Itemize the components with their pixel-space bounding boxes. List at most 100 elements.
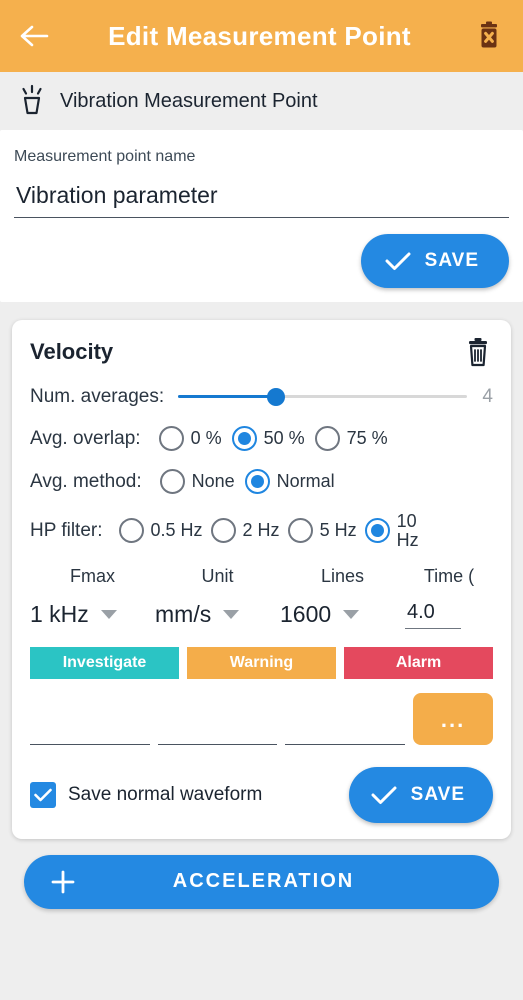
chevron-down-icon <box>223 609 240 619</box>
time-column: Time ( <box>405 566 493 629</box>
avg-overlap-option-0[interactable]: 0 % <box>158 426 222 451</box>
num-averages-slider[interactable] <box>178 387 467 407</box>
alarm-threshold-input[interactable] <box>285 702 406 745</box>
fmax-header: Fmax <box>70 565 115 586</box>
chevron-down-icon <box>343 609 360 619</box>
hp-filter-option-3-label: 10 Hz <box>396 511 419 550</box>
investigate-threshold-input[interactable] <box>30 702 150 745</box>
avg-overlap-row: Avg. overlap: 0 % 50 % 75 % <box>30 426 493 451</box>
lines-dropdown[interactable]: 1600 <box>280 601 405 628</box>
avg-overlap-option-0-label: 0 % <box>190 428 222 448</box>
hp-filter-options: 0.5 Hz 2 Hz 5 Hz 10 Hz <box>118 511 433 550</box>
save-name-button[interactable]: SAVE <box>360 234 509 288</box>
velocity-card-footer: Save normal waveform SAVE <box>30 766 493 823</box>
slider-fill <box>178 395 277 398</box>
check-icon <box>371 786 397 804</box>
vibration-sensor-icon <box>22 84 42 115</box>
threshold-badges: Investigate Warning Alarm <box>30 646 493 679</box>
radio-circle-icon <box>159 469 185 494</box>
check-icon <box>34 788 52 802</box>
chevron-down-icon <box>100 609 117 619</box>
hp-filter-label: HP filter: <box>30 519 103 541</box>
avg-overlap-option-2[interactable]: 75 % <box>314 426 388 451</box>
avg-overlap-option-2-label: 75 % <box>346 428 388 448</box>
avg-overlap-label: Avg. overlap: <box>30 427 141 449</box>
fmax-dropdown[interactable]: 1 kHz <box>30 601 155 628</box>
save-name-label: SAVE <box>424 250 479 271</box>
unit-column: Unit mm/s <box>155 566 280 629</box>
unit-header: Unit <box>201 565 234 586</box>
save-velocity-label: SAVE <box>410 783 465 805</box>
save-normal-waveform-checkbox[interactable] <box>30 781 56 808</box>
num-averages-label: Num. averages: <box>30 386 165 407</box>
slider-thumb[interactable] <box>267 388 286 406</box>
delete-velocity-button[interactable] <box>463 336 493 368</box>
alarm-badge[interactable]: Alarm <box>344 646 493 679</box>
more-options-button[interactable]: ... <box>413 692 494 745</box>
radio-circle-selected-icon <box>364 518 390 544</box>
warning-badge[interactable]: Warning <box>187 646 336 679</box>
lines-column: Lines 1600 <box>280 566 405 629</box>
fmax-column: Fmax 1 kHz <box>30 566 155 629</box>
lines-value: 1600 <box>280 600 332 627</box>
avg-method-option-0[interactable]: None <box>159 469 235 494</box>
fmax-value: 1 kHz <box>30 600 89 627</box>
measurement-point-name-label: Measurement point name <box>14 148 196 165</box>
avg-overlap-options: 0 % 50 % 75 % <box>158 426 388 451</box>
hp-filter-option-2[interactable]: 5 Hz <box>287 518 357 544</box>
radio-circle-icon <box>210 518 236 544</box>
page-title: Edit Measurement Point <box>108 20 411 51</box>
threshold-inputs-row: ... <box>30 692 494 745</box>
hp-filter-option-3[interactable]: 10 Hz <box>364 511 425 550</box>
warning-threshold-input[interactable] <box>157 702 278 745</box>
time-header: Time ( <box>423 565 475 586</box>
avg-method-option-1[interactable]: Normal <box>244 469 335 494</box>
lines-header: Lines <box>320 565 365 586</box>
name-save-row: SAVE <box>14 234 509 288</box>
hp-filter-option-1-label: 2 Hz <box>242 520 280 541</box>
add-acceleration-button[interactable]: ACCELERATION <box>24 854 499 909</box>
velocity-title: Velocity <box>30 339 114 364</box>
radio-circle-selected-icon <box>231 426 257 451</box>
radio-circle-icon <box>287 518 313 544</box>
hp-filter-option-1[interactable]: 2 Hz <box>210 518 280 544</box>
measurement-point-type-header: Vibration Measurement Point <box>0 72 523 130</box>
num-averages-row: Num. averages: 4 <box>30 386 493 408</box>
add-button-wrap: ACCELERATION <box>0 839 523 909</box>
save-velocity-button[interactable]: SAVE <box>348 766 493 823</box>
save-normal-waveform-label: Save normal waveform <box>68 783 263 805</box>
time-input[interactable] <box>405 600 461 629</box>
hp-filter-option-2-label: 5 Hz <box>319 520 357 541</box>
delete-measurement-point-button[interactable] <box>473 20 505 52</box>
avg-method-option-1-label: Normal <box>276 471 335 491</box>
app-screen: Edit Measurement Point Vibration Measure… <box>0 0 523 1000</box>
hp-filter-option-0-label: 0.5 Hz <box>150 520 203 541</box>
avg-method-options: None Normal <box>159 469 335 494</box>
radio-circle-icon <box>314 426 340 451</box>
trash-delete-icon <box>481 21 497 48</box>
check-icon <box>385 252 411 270</box>
hp-filter-row: HP filter: 0.5 Hz 2 Hz 5 Hz 10 Hz <box>30 512 493 550</box>
add-acceleration-label: ACCELERATION <box>172 870 355 893</box>
app-bar: Edit Measurement Point <box>0 0 523 72</box>
measurement-point-type-label: Vibration Measurement Point <box>60 89 318 112</box>
acquisition-settings-grid: Fmax 1 kHz Unit mm/s Lines 1600 Time (4… <box>30 566 493 629</box>
hp-filter-option-0[interactable]: 0.5 Hz <box>118 518 203 544</box>
radio-circle-icon <box>118 518 144 544</box>
radio-circle-selected-icon <box>244 469 270 494</box>
num-averages-value: 4 <box>482 386 493 407</box>
unit-dropdown[interactable]: mm/s <box>155 601 280 628</box>
avg-overlap-option-1[interactable]: 50 % <box>231 426 305 451</box>
time-field-wrap <box>405 600 493 629</box>
radio-circle-icon <box>158 426 184 451</box>
velocity-card-header: Velocity <box>30 336 493 368</box>
avg-method-label: Avg. method: <box>30 470 142 492</box>
measurement-point-name-card: Measurement point name SAVE <box>0 130 523 302</box>
avg-overlap-option-1-label: 50 % <box>263 428 305 448</box>
avg-method-row: Avg. method: None Normal <box>30 469 493 494</box>
velocity-card: Velocity Num. averages: 4 Avg. overlap: <box>12 320 511 839</box>
measurement-point-name-input[interactable] <box>14 172 509 218</box>
investigate-badge[interactable]: Investigate <box>30 646 179 679</box>
unit-value: mm/s <box>155 600 212 627</box>
avg-method-option-0-label: None <box>191 471 235 491</box>
